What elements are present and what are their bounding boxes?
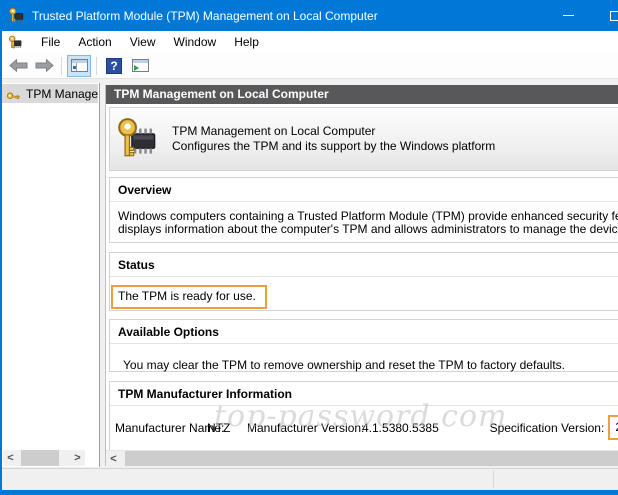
overview-heading: Overview xyxy=(110,178,618,202)
show-action-pane-button[interactable] xyxy=(128,55,152,77)
action-pane-icon xyxy=(132,59,149,72)
help-glyph: ? xyxy=(110,59,117,73)
specification-version-annotation-box: 2.0 xyxy=(608,415,618,440)
window-left-border xyxy=(0,31,2,495)
specification-version-label: Specification Version: xyxy=(490,421,609,435)
manufacturer-version-label: Manufacturer Version: xyxy=(247,421,362,435)
toolbar: ? xyxy=(2,53,618,79)
main-pane-horizontal-scrollbar[interactable]: < xyxy=(106,450,618,466)
menu-help[interactable]: Help xyxy=(225,32,268,52)
main-content: TPM Management on Local Computer Configu… xyxy=(106,106,618,450)
scrollbar-thumb[interactable] xyxy=(21,450,59,466)
section-overview: Overview Windows computers containing a … xyxy=(109,177,618,243)
back-button[interactable] xyxy=(6,55,30,77)
main-pane-header: TPM Management on Local Computer xyxy=(106,85,618,104)
show-console-tree-button[interactable] xyxy=(67,55,91,77)
manufacturer-name-label: Manufacturer Name: xyxy=(115,421,207,435)
scroll-left-button[interactable]: < xyxy=(106,451,121,466)
forward-arrow-icon xyxy=(35,59,54,72)
minimize-button[interactable] xyxy=(548,0,588,31)
tpm-key-icon xyxy=(7,86,22,101)
main-pane: TPM Management on Local Computer xyxy=(105,85,618,466)
manufacturer-info-row: Manufacturer Name: NTZ Manufacturer Vers… xyxy=(110,415,618,440)
scrollbar-thumb[interactable] xyxy=(125,451,618,466)
banner: TPM Management on Local Computer Configu… xyxy=(109,107,618,171)
manufacturer-heading: TPM Manufacturer Information xyxy=(110,382,618,406)
menu-bar: File Action View Window Help xyxy=(2,31,618,53)
toolbar-separator xyxy=(61,57,62,75)
scrollbar-track[interactable] xyxy=(59,450,70,466)
tpm-key-chip-icon-small xyxy=(8,35,23,50)
menu-file[interactable]: File xyxy=(32,32,69,52)
scroll-left-button[interactable]: < xyxy=(3,450,18,466)
section-tpm-manufacturer-information: TPM Manufacturer Information Manufacture… xyxy=(109,381,618,450)
console-tree-pane: TPM Manage < > xyxy=(2,83,100,467)
status-message-annotation-box: The TPM is ready for use. xyxy=(111,285,267,309)
status-message: The TPM is ready for use. xyxy=(118,289,256,303)
tpm-key-chip-banner-icon xyxy=(116,116,158,162)
tpm-management-window: Trusted Platform Module (TPM) Management… xyxy=(0,0,618,495)
overview-text-line2: displays information about the computer'… xyxy=(118,223,618,236)
maximize-icon xyxy=(610,11,618,21)
banner-subtitle: Configures the TPM and its support by th… xyxy=(172,139,495,154)
console-tree-icon xyxy=(71,59,88,72)
status-bar xyxy=(2,468,618,490)
title-bar: Trusted Platform Module (TPM) Management… xyxy=(0,0,618,31)
minimize-icon xyxy=(563,15,574,16)
tree-pane-horizontal-scrollbar[interactable]: < > xyxy=(3,450,85,466)
window-title: Trusted Platform Module (TPM) Management… xyxy=(32,9,378,23)
help-icon: ? xyxy=(106,58,122,74)
back-arrow-icon xyxy=(9,59,28,72)
help-button[interactable]: ? xyxy=(102,55,126,77)
status-bar-separator xyxy=(493,471,494,488)
available-options-text: You may clear the TPM to remove ownershi… xyxy=(110,344,618,372)
tpm-key-chip-icon xyxy=(8,7,25,24)
menu-view[interactable]: View xyxy=(121,32,165,52)
manufacturer-version-value: 4.1.5380.5385 xyxy=(362,421,457,435)
scroll-right-button[interactable]: > xyxy=(70,450,85,466)
overview-text-line1: Windows computers containing a Trusted P… xyxy=(118,210,618,223)
section-status: Status The TPM is ready for use. xyxy=(109,252,618,311)
menu-action[interactable]: Action xyxy=(69,32,120,52)
tree-item-label: TPM Manage xyxy=(26,87,98,101)
toolbar-separator xyxy=(96,57,97,75)
tree-item-tpm-management[interactable]: TPM Manage xyxy=(2,84,98,103)
section-available-options: Available Options You may clear the TPM … xyxy=(109,319,618,372)
forward-button[interactable] xyxy=(32,55,56,77)
maximize-button[interactable] xyxy=(605,0,618,31)
manufacturer-name-value: NTZ xyxy=(207,421,247,435)
menu-window[interactable]: Window xyxy=(165,32,226,52)
status-heading: Status xyxy=(110,253,618,277)
available-options-heading: Available Options xyxy=(110,320,618,344)
banner-title: TPM Management on Local Computer xyxy=(172,124,495,139)
window-bottom-border xyxy=(0,490,618,495)
